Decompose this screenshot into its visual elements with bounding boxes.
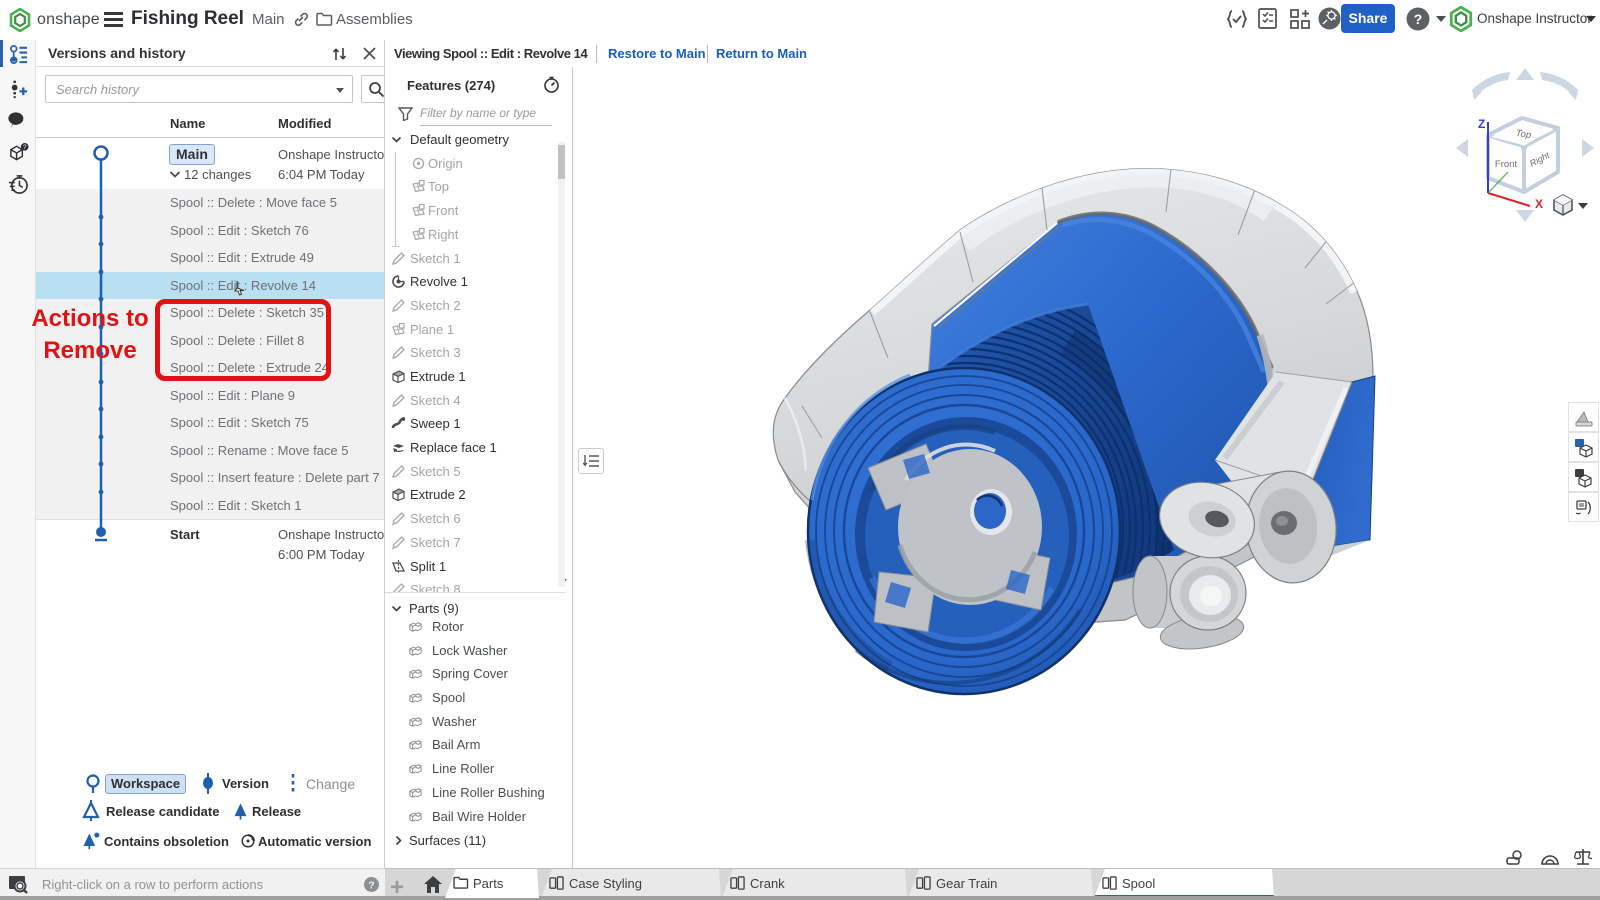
svg-text:Z: Z <box>1478 117 1485 131</box>
svg-text:Front: Front <box>1495 159 1518 170</box>
svg-text:Top: Top <box>1515 128 1532 141</box>
svg-text:X: X <box>1535 197 1543 211</box>
svg-text:?: ? <box>23 144 27 151</box>
svg-text:?: ? <box>368 880 374 892</box>
svg-text:?: ? <box>1414 11 1423 27</box>
